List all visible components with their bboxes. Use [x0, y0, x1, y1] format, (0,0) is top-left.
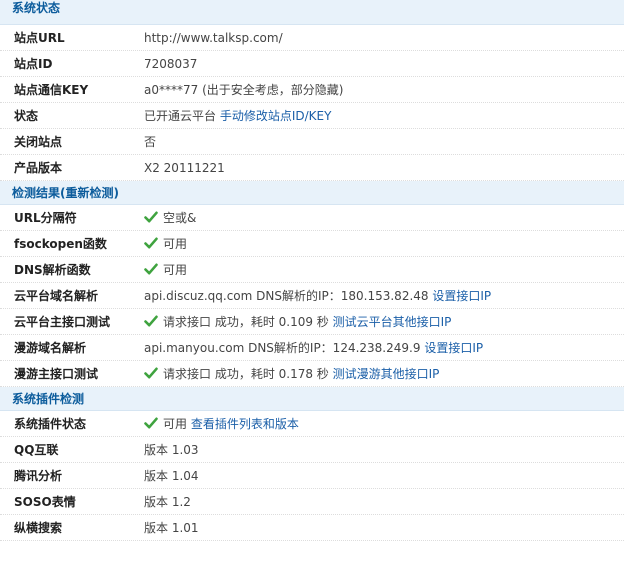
- row-value: api.discuz.qq.com DNS解析的IP：180.153.82.48: [144, 289, 429, 303]
- row-qq-connect: QQ互联 版本 1.03: [0, 437, 624, 463]
- row-value: 可用: [163, 263, 188, 277]
- row-site-key: 站点通信KEY a0****77 (出于安全考虑，部分隐藏): [0, 77, 624, 103]
- row-label: DNS解析函数: [14, 263, 91, 277]
- row-value-wrap: 可用 查看插件列表和版本: [144, 411, 299, 437]
- test-cloud-other-ip-link[interactable]: 测试云平台其他接口IP: [333, 315, 452, 329]
- row-manyou-dns: 漫游域名解析 api.manyou.com DNS解析的IP：124.238.2…: [0, 335, 624, 361]
- row-label: 云平台域名解析: [14, 289, 99, 303]
- row-value: api.manyou.com DNS解析的IP：124.238.249.9: [144, 341, 421, 355]
- row-value: X2 20111221: [144, 161, 225, 175]
- row-value: http://www.talksp.com/: [144, 31, 283, 45]
- section-header-plugin-check: 系统插件检测: [0, 387, 624, 411]
- row-value-wrap: 已开通云平台 手动修改站点ID/KEY: [144, 103, 331, 129]
- row-label: 关闭站点: [14, 135, 63, 149]
- row-url-separator: URL分隔符 空或&: [0, 205, 624, 231]
- section-title: 检测结果: [12, 186, 61, 200]
- row-value-wrap: 请求接口 成功，耗时 0.178 秒 测试漫游其他接口IP: [144, 361, 439, 387]
- row-cloud-dns: 云平台域名解析 api.discuz.qq.com DNS解析的IP：180.1…: [0, 283, 624, 309]
- row-label: 站点ID: [14, 57, 53, 71]
- section-header-system-status: 系统状态: [0, 0, 624, 25]
- row-cloud-main-test: 云平台主接口测试 请求接口 成功，耗时 0.109 秒 测试云平台其他接口IP: [0, 309, 624, 335]
- re-detect-link[interactable]: 重新检测: [66, 186, 114, 200]
- row-zongheng-search: 纵横搜索 版本 1.01: [0, 515, 624, 541]
- section-title: 系统状态: [12, 1, 61, 15]
- view-plugin-list-link[interactable]: 查看插件列表和版本: [191, 417, 299, 431]
- row-value-wrap: api.discuz.qq.com DNS解析的IP：180.153.82.48…: [144, 283, 491, 309]
- row-label: 漫游域名解析: [14, 341, 87, 355]
- row-value: 可用: [163, 237, 188, 251]
- test-manyou-other-ip-link[interactable]: 测试漫游其他接口IP: [333, 367, 440, 381]
- row-value-wrap: 空或&: [144, 205, 196, 231]
- row-manyou-main-test: 漫游主接口测试 请求接口 成功，耗时 0.178 秒 测试漫游其他接口IP: [0, 361, 624, 387]
- row-label: 纵横搜索: [14, 521, 63, 535]
- row-soso-emoticon: SOSO表情 版本 1.2: [0, 489, 624, 515]
- row-value: 7208037: [144, 57, 198, 71]
- row-value: 空或&: [163, 211, 197, 225]
- row-label: 状态: [14, 109, 39, 123]
- row-value: 版本 1.03: [144, 443, 199, 457]
- row-value: 版本 1.2: [144, 495, 191, 509]
- green-check-icon: [144, 366, 158, 380]
- row-tencent-analytics: 腾讯分析 版本 1.04: [0, 463, 624, 489]
- row-value: 可用: [163, 417, 188, 431]
- modify-site-id-key-link[interactable]: 手动修改站点ID/KEY: [220, 109, 332, 123]
- row-status: 状态 已开通云平台 手动修改站点ID/KEY: [0, 103, 624, 129]
- row-dns-function: DNS解析函数 可用: [0, 257, 624, 283]
- row-label: URL分隔符: [14, 211, 77, 225]
- row-value-wrap: 请求接口 成功，耗时 0.109 秒 测试云平台其他接口IP: [144, 309, 451, 335]
- green-check-icon: [144, 236, 158, 250]
- row-label: 系统插件状态: [14, 417, 87, 431]
- row-value: 版本 1.01: [144, 521, 199, 535]
- row-value-wrap: api.manyou.com DNS解析的IP：124.238.249.9 设置…: [144, 335, 483, 361]
- row-value: 否: [144, 135, 157, 149]
- row-value: 已开通云平台: [144, 109, 217, 123]
- green-check-icon: [144, 262, 158, 276]
- green-check-icon: [144, 314, 158, 328]
- row-value: 版本 1.04: [144, 469, 199, 483]
- row-product-version: 产品版本 X2 20111221: [0, 155, 624, 181]
- section-title: 系统插件检测: [12, 392, 85, 406]
- row-label: fsockopen函数: [14, 237, 107, 251]
- set-manyou-ip-link[interactable]: 设置接口IP: [424, 341, 483, 355]
- row-label: 漫游主接口测试: [14, 367, 99, 381]
- row-plugin-status: 系统插件状态 可用 查看插件列表和版本: [0, 411, 624, 437]
- row-site-id: 站点ID 7208037: [0, 51, 624, 77]
- row-label: QQ互联: [14, 443, 59, 457]
- row-label: SOSO表情: [14, 495, 76, 509]
- row-value: a0****77 (出于安全考虑，部分隐藏): [144, 83, 344, 97]
- section-header-detect-results: 检测结果(重新检测): [0, 181, 624, 205]
- row-label: 站点URL: [14, 31, 65, 45]
- row-fsockopen: fsockopen函数 可用: [0, 231, 624, 257]
- paren-close: ): [113, 186, 119, 200]
- row-value: 请求接口 成功，耗时 0.178 秒: [163, 367, 329, 381]
- set-cloud-ip-link[interactable]: 设置接口IP: [432, 289, 491, 303]
- row-label: 腾讯分析: [14, 469, 63, 483]
- row-value-wrap: 可用: [144, 231, 187, 257]
- row-value: 请求接口 成功，耗时 0.109 秒: [163, 315, 329, 329]
- row-label: 站点通信KEY: [14, 83, 89, 97]
- cloud-status-panel: 系统状态 站点URL http://www.talksp.com/ 站点ID 7…: [0, 0, 624, 541]
- row-close-site: 关闭站点 否: [0, 129, 624, 155]
- row-site-url: 站点URL http://www.talksp.com/: [0, 25, 624, 51]
- row-value-wrap: 可用: [144, 257, 187, 283]
- row-label: 云平台主接口测试: [14, 315, 111, 329]
- green-check-icon: [144, 416, 158, 430]
- row-label: 产品版本: [14, 161, 63, 175]
- green-check-icon: [144, 210, 158, 224]
